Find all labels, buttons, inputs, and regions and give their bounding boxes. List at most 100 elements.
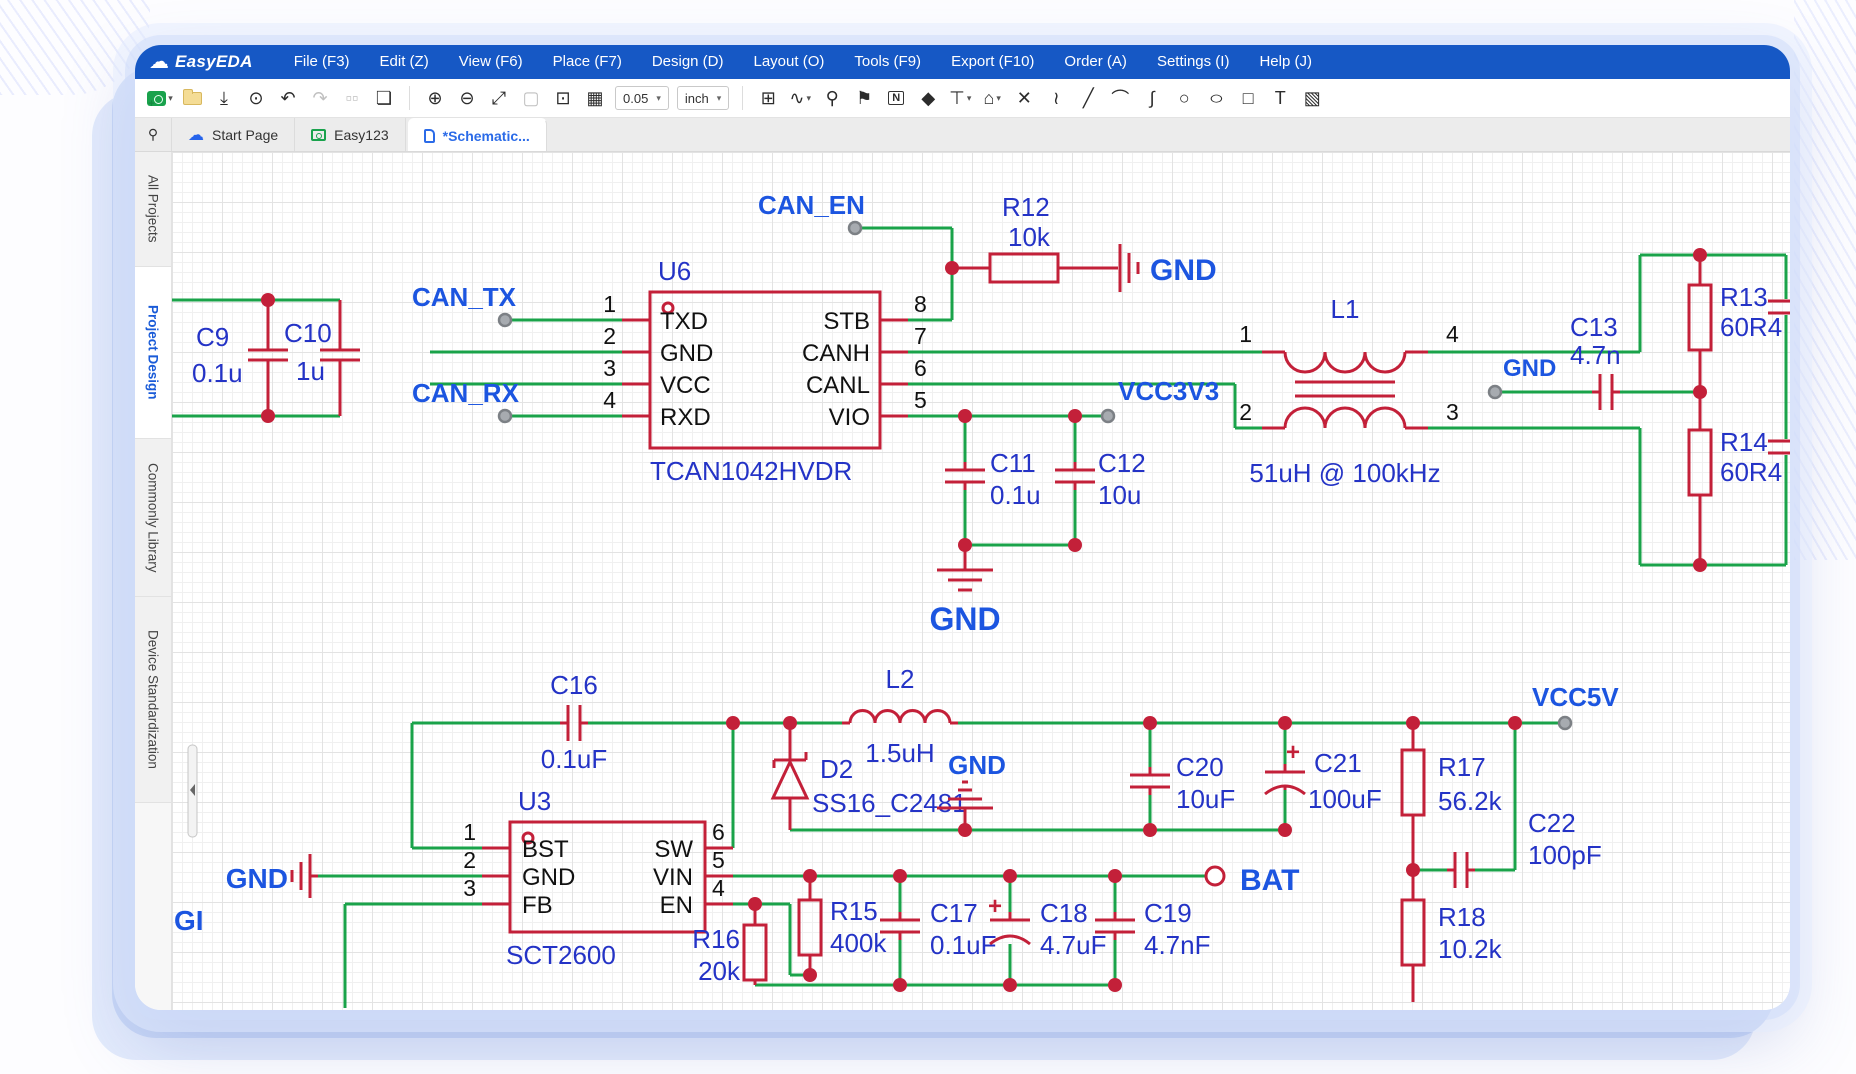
place-component-button[interactable]: ⊞ xyxy=(753,83,783,113)
svg-text:CANL: CANL xyxy=(806,372,870,399)
place-gnd-flag-button[interactable]: ⌂▾ xyxy=(977,83,1007,113)
new-schematic-button[interactable]: ▾ xyxy=(145,83,175,113)
tab-easy123[interactable]: Easy123 xyxy=(295,118,405,151)
tab-start-page[interactable]: ☁Start Page xyxy=(172,118,295,151)
insert-image-button[interactable]: ▧ xyxy=(1297,83,1327,113)
c12-capacitor[interactable]: C12 10u xyxy=(1055,448,1146,510)
c13-capacitor[interactable]: C13 4.7n xyxy=(1570,312,1621,410)
svg-text:C20: C20 xyxy=(1176,752,1224,782)
c21-capacitor[interactable]: + C21 100uF xyxy=(1265,739,1382,814)
net-label-can-tx[interactable]: CAN_TX xyxy=(412,282,517,312)
c18-capacitor[interactable]: + C18 4.7uF xyxy=(988,893,1107,960)
zoom-out-button[interactable]: ⊖ xyxy=(452,83,482,113)
marquee-select-button[interactable]: ⊡ xyxy=(548,83,578,113)
schematic-svg: U6 TCAN1042HVDR 1 2 3 4 TXD GND VCC RXD … xyxy=(172,152,1790,1010)
copy-search-button[interactable]: ❏ xyxy=(369,83,399,113)
svg-text:C12: C12 xyxy=(1098,448,1146,478)
redo-button[interactable]: ↷ xyxy=(305,83,335,113)
menu-item-settings[interactable]: Settings (I) xyxy=(1142,45,1245,79)
file-history-button[interactable]: ⊙ xyxy=(241,83,271,113)
menu-item-export[interactable]: Export (F10) xyxy=(936,45,1049,79)
c10-capacitor[interactable]: C10 1u xyxy=(284,300,360,416)
svg-text:5: 5 xyxy=(914,387,927,413)
r14-resistor[interactable]: R14 60R4 xyxy=(1689,392,1782,565)
net-label-can-en[interactable]: CAN_EN xyxy=(758,190,865,220)
r15-resistor[interactable]: R15 400k xyxy=(799,876,887,975)
app-logo[interactable]: ☁ EasyEDA xyxy=(149,52,253,72)
net-label-vcc3v3[interactable]: VCC3V3 xyxy=(1118,376,1219,406)
draw-text-button[interactable]: T xyxy=(1265,83,1295,113)
place-pin-button[interactable]: ⚲ xyxy=(817,83,847,113)
net-label-gi-clipped: GI xyxy=(174,905,204,936)
menu-item-help[interactable]: Help (J) xyxy=(1244,45,1327,79)
c11-capacitor[interactable]: C11 0.1u xyxy=(945,448,1041,510)
draw-ellipse-button[interactable]: ○ xyxy=(1201,83,1231,113)
thumbnail-view-button[interactable]: ▫▫ xyxy=(337,83,367,113)
draw-arc-button[interactable]: ⌒ xyxy=(1105,83,1135,113)
place-resistor-button[interactable]: ∿▾ xyxy=(785,83,815,113)
gnd-symbol-top[interactable]: GND xyxy=(1120,244,1217,292)
gnd-symbol-mid[interactable]: GND xyxy=(929,545,1000,637)
c9-capacitor[interactable]: C9 0.1u xyxy=(192,300,288,416)
c22-capacitor[interactable]: C22 100pF xyxy=(1447,808,1602,888)
menu-item-place[interactable]: Place (F7) xyxy=(538,45,637,79)
place-vcc-flag-button[interactable]: ⊤▾ xyxy=(945,83,975,113)
c20-capacitor[interactable]: C20 10uF xyxy=(1130,752,1235,814)
draw-wire-button[interactable]: ≀ xyxy=(1041,83,1071,113)
net-label-can-rx[interactable]: CAN_RX xyxy=(412,378,520,408)
r17-resistor[interactable]: R17 56.2k xyxy=(1402,723,1503,870)
zoom-region-button[interactable]: ▢ xyxy=(516,83,546,113)
r18-resistor[interactable]: R18 10.2k xyxy=(1402,870,1503,1002)
menu-item-file[interactable]: File (F3) xyxy=(279,45,365,79)
u6-chip[interactable]: U6 TCAN1042HVDR 1 2 3 4 TXD GND VCC RXD … xyxy=(603,256,927,486)
sidebar-item-project-design[interactable]: Project Design xyxy=(135,267,171,439)
svg-text:R12: R12 xyxy=(1002,192,1050,222)
panel-splitter-handle[interactable] xyxy=(188,745,197,837)
place-noconnect-button[interactable]: ✕ xyxy=(1009,83,1039,113)
net-label-vcc5v[interactable]: VCC5V xyxy=(1532,682,1619,712)
tab-schematic[interactable]: *Schematic... xyxy=(408,118,547,151)
pin-tabs-icon[interactable]: ⚲ xyxy=(135,118,172,151)
draw-spline-button[interactable]: ∫ xyxy=(1137,83,1167,113)
menu-item-tools[interactable]: Tools (F9) xyxy=(839,45,936,79)
r13-resistor[interactable]: R13 60R4 xyxy=(1689,255,1782,392)
svg-text:8: 8 xyxy=(914,291,927,317)
draw-circle-button[interactable]: ○ xyxy=(1169,83,1199,113)
schematic-canvas[interactable]: U6 TCAN1042HVDR 1 2 3 4 TXD GND VCC RXD … xyxy=(172,152,1790,1010)
menu-item-edit[interactable]: Edit (Z) xyxy=(365,45,444,79)
c17-capacitor[interactable]: C17 0.1uF xyxy=(880,898,997,960)
svg-text:1: 1 xyxy=(1239,321,1252,347)
net-label-gnd-right[interactable]: GND xyxy=(1503,355,1556,382)
r12-resistor[interactable]: R12 10k xyxy=(952,192,1118,282)
sidebar-item-device-standardization[interactable]: Device Standardization xyxy=(135,597,171,803)
grid-settings-button[interactable]: ▦ xyxy=(580,83,610,113)
menu-item-view[interactable]: View (F6) xyxy=(444,45,538,79)
svg-text:GND: GND xyxy=(522,864,575,891)
snap-size-select[interactable]: 0.05▾ xyxy=(615,86,669,110)
sidebar-item-all-projects[interactable]: All Projects xyxy=(135,152,171,267)
folder-icon xyxy=(183,92,202,105)
sidebar-item-commonly-library[interactable]: Commonly Library xyxy=(135,439,171,597)
undo-button[interactable]: ↶ xyxy=(273,83,303,113)
gnd-symbol-left[interactable]: GND xyxy=(226,854,318,898)
bat-terminal[interactable]: BAT xyxy=(1206,864,1299,897)
place-netlabel-button[interactable]: ⚑ xyxy=(849,83,879,113)
save-button[interactable]: ⤓ xyxy=(209,83,239,113)
svg-text:2: 2 xyxy=(603,323,616,349)
open-folder-button[interactable] xyxy=(177,83,207,113)
place-probe-button[interactable]: ◆ xyxy=(913,83,943,113)
zoom-fit-button[interactable]: ⤢ xyxy=(484,83,514,113)
l1-choke[interactable]: L1 1 4 2 3 51uH @ 100kHz xyxy=(1239,294,1459,488)
menu-item-layout[interactable]: Layout (O) xyxy=(739,45,840,79)
draw-line-button[interactable]: ╱ xyxy=(1073,83,1103,113)
zoom-in-button[interactable]: ⊕ xyxy=(420,83,450,113)
menu-item-design[interactable]: Design (D) xyxy=(637,45,739,79)
svg-text:TCAN1042HVDR: TCAN1042HVDR xyxy=(650,456,852,486)
menu-item-order[interactable]: Order (A) xyxy=(1049,45,1142,79)
draw-rect-button[interactable]: □ xyxy=(1233,83,1263,113)
l2-inductor[interactable]: L2 1.5uH xyxy=(842,664,958,768)
unit-select[interactable]: inch▾ xyxy=(677,86,729,110)
r16-resistor[interactable]: R16 20k xyxy=(692,904,766,986)
place-netport-button[interactable]: N xyxy=(881,83,911,113)
c19-capacitor[interactable]: C19 4.7nF xyxy=(1095,898,1211,960)
